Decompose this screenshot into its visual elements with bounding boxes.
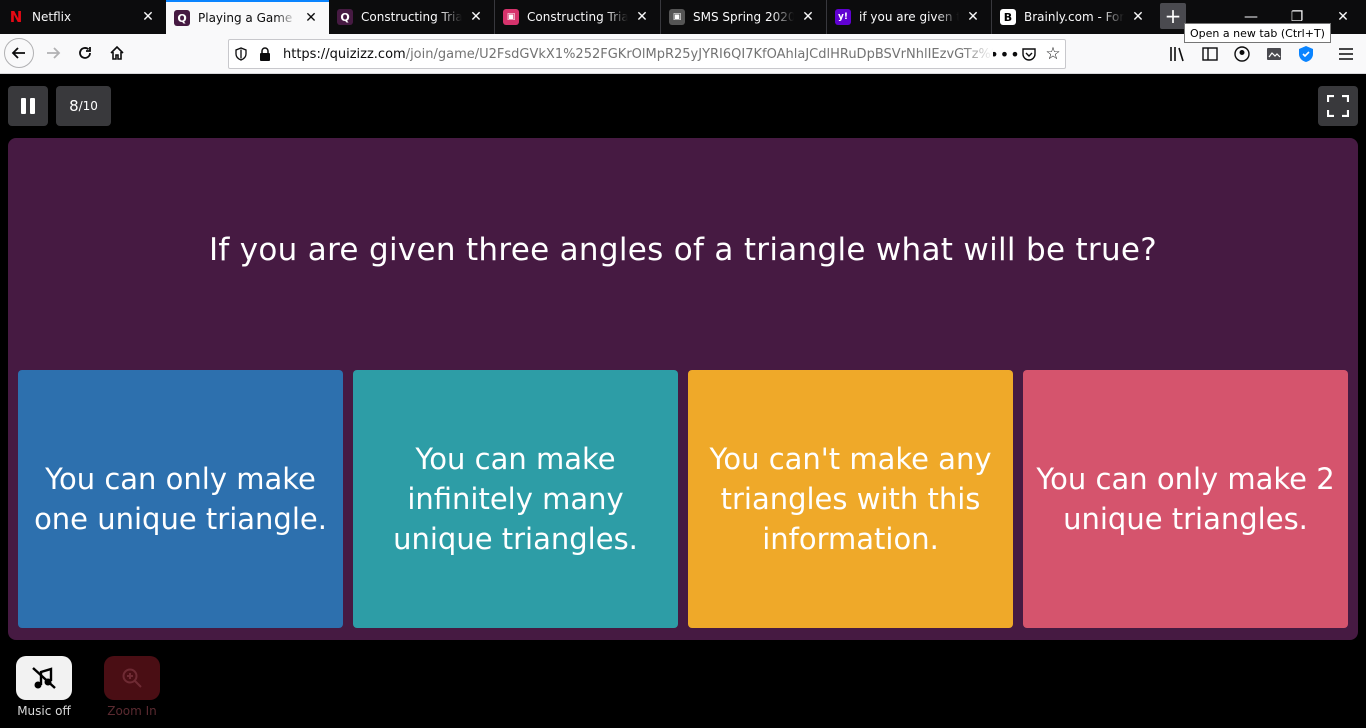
close-icon[interactable]: ✕ bbox=[303, 10, 319, 26]
classroom-icon: ▣ bbox=[669, 9, 685, 25]
pause-icon bbox=[21, 98, 26, 114]
tab-constructing-triangles-classroom[interactable]: ▣ Constructing Triangles ✕ bbox=[494, 0, 660, 34]
quiz-page: 8/10 If you are given three angles of a … bbox=[0, 74, 1366, 728]
pause-button[interactable] bbox=[8, 86, 48, 126]
answer-option-4[interactable]: You can only make 2 unique triangles. bbox=[1023, 370, 1348, 628]
tab-title: Brainly.com - For students bbox=[1024, 10, 1124, 24]
tab-brainly[interactable]: B Brainly.com - For students ✕ bbox=[991, 0, 1156, 34]
fullscreen-button[interactable] bbox=[1318, 86, 1358, 126]
forward-arrow-icon bbox=[47, 47, 61, 59]
page-actions-icon[interactable]: ••• bbox=[989, 42, 1019, 66]
answer-options: You can only make one unique triangle. Y… bbox=[18, 370, 1348, 630]
classroom-icon: ▣ bbox=[503, 9, 519, 25]
quizizz-icon: Q bbox=[337, 9, 353, 25]
plus-icon: + bbox=[1164, 4, 1182, 28]
bookmark-star-icon[interactable]: ☆ bbox=[1041, 42, 1065, 66]
netflix-icon: N bbox=[9, 8, 23, 26]
yahoo-icon: y! bbox=[835, 9, 851, 25]
tab-title: Netflix bbox=[32, 10, 134, 24]
current-question-number: 8 bbox=[69, 97, 79, 115]
tracking-protection-shield-icon[interactable] bbox=[229, 42, 253, 66]
navigation-bar: https://quizizz.com/join/game/U2FsdGVkX1… bbox=[0, 34, 1366, 74]
url-host: https://quizizz.com bbox=[283, 46, 406, 62]
tab-quizizz-game[interactable]: Q Playing a Game - Quizizz ✕ bbox=[166, 0, 329, 34]
menu-icon[interactable] bbox=[1334, 42, 1358, 66]
music-toggle-button[interactable] bbox=[16, 656, 72, 700]
close-icon[interactable]: ✕ bbox=[1130, 9, 1146, 25]
tab-bar: N Netflix ✕ Q Playing a Game - Quizizz ✕… bbox=[0, 0, 1366, 34]
url-path: /join/game/U2FsdGVkX1%252FGKrOlMpR25yJYR… bbox=[405, 46, 993, 62]
tab-yahoo-search[interactable]: y! if you are given three ✕ bbox=[826, 0, 991, 34]
close-icon[interactable]: ✕ bbox=[965, 9, 981, 25]
zoom-in-icon bbox=[122, 668, 142, 688]
home-button[interactable] bbox=[102, 38, 132, 68]
answer-option-3[interactable]: You can't make any triangles with this i… bbox=[688, 370, 1013, 628]
tab-title: Playing a Game - Quizizz bbox=[198, 11, 297, 25]
close-icon: ✕ bbox=[1337, 9, 1349, 25]
answer-option-1[interactable]: You can only make one unique triangle. bbox=[18, 370, 343, 628]
account-icon[interactable] bbox=[1230, 42, 1254, 66]
question-panel: If you are given three angles of a trian… bbox=[8, 138, 1358, 640]
new-tab-tooltip: Open a new tab (Ctrl+T) bbox=[1184, 23, 1331, 43]
answer-option-2[interactable]: You can make infinitely many unique tria… bbox=[353, 370, 678, 628]
tab-title: Constructing Triangles bbox=[361, 10, 462, 24]
question-counter: 8/10 bbox=[56, 86, 111, 126]
total-questions: /10 bbox=[78, 99, 98, 113]
tab-title: if you are given three bbox=[859, 10, 959, 24]
screenshot-icon[interactable] bbox=[1262, 42, 1286, 66]
tab-title: SMS Spring 2020 Art bbox=[693, 10, 794, 24]
home-icon bbox=[110, 45, 124, 60]
tab-sms-spring-art[interactable]: ▣ SMS Spring 2020 Art ✕ bbox=[660, 0, 826, 34]
close-icon[interactable]: ✕ bbox=[140, 9, 156, 25]
music-label: Music off bbox=[17, 704, 71, 718]
question-text: If you are given three angles of a trian… bbox=[208, 232, 1158, 268]
sidebar-icon[interactable] bbox=[1198, 42, 1222, 66]
back-arrow-icon bbox=[11, 47, 25, 59]
tab-title: Constructing Triangles bbox=[527, 10, 628, 24]
zoom-label: Zoom In bbox=[107, 704, 157, 718]
reload-button[interactable] bbox=[70, 38, 100, 68]
extension-icon[interactable] bbox=[1294, 42, 1318, 66]
tab-netflix[interactable]: N Netflix ✕ bbox=[0, 0, 166, 34]
tab-constructing-triangles[interactable]: Q Constructing Triangles ✕ bbox=[329, 0, 494, 34]
url-bar[interactable]: https://quizizz.com/join/game/U2FsdGVkX1… bbox=[228, 39, 1066, 69]
forward-button[interactable] bbox=[38, 38, 68, 68]
zoom-in-button[interactable] bbox=[104, 656, 160, 700]
lock-icon[interactable] bbox=[253, 42, 277, 66]
fullscreen-icon bbox=[1327, 95, 1349, 117]
new-tab-button[interactable]: + bbox=[1160, 3, 1186, 29]
pocket-icon[interactable] bbox=[1017, 42, 1041, 66]
close-icon[interactable]: ✕ bbox=[468, 9, 484, 25]
brainly-icon: B bbox=[1000, 9, 1016, 25]
url-text[interactable]: https://quizizz.com/join/game/U2FsdGVkX1… bbox=[283, 46, 993, 62]
back-button[interactable] bbox=[4, 38, 34, 68]
library-icon[interactable] bbox=[1166, 42, 1190, 66]
close-icon[interactable]: ✕ bbox=[634, 9, 650, 25]
quizizz-icon: Q bbox=[174, 10, 190, 26]
close-icon[interactable]: ✕ bbox=[800, 9, 816, 25]
music-off-icon bbox=[32, 667, 56, 689]
reload-icon bbox=[79, 47, 91, 59]
